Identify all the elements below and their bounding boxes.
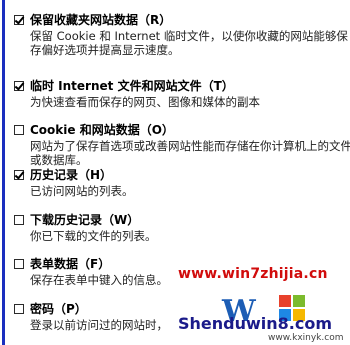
checkbox-passwords[interactable] <box>14 304 24 314</box>
option-description: 网站为了保存首选项或改善网站性能而存储在你计算机上的文件或数据库。 <box>30 139 350 167</box>
option-description: 保留 Cookie 和 Internet 临时文件，以使你收藏的网站能够保存偏好… <box>30 29 348 57</box>
option-title: 历史记录（H） <box>30 168 113 182</box>
watermark-url: www.win7zhijia.cn <box>178 266 328 282</box>
checkbox-download-history[interactable] <box>14 215 24 225</box>
option-description: 为快速查看而保存的网页、图像和媒体的副本 <box>30 95 260 109</box>
checkbox-history[interactable] <box>14 170 24 180</box>
option-title: 密码（P） <box>30 302 87 316</box>
selection-border <box>2 0 5 345</box>
checkbox-cookies[interactable] <box>14 125 24 135</box>
option-title: 保留收藏夹网站数据（R） <box>30 13 172 27</box>
watermark-brand: Shenduwin8.com <box>178 314 333 333</box>
option-description: 已访问网站的列表。 <box>30 184 134 198</box>
option-title: Cookie 和网站数据（O） <box>30 123 174 137</box>
watermark-site: www.kxinyk.com <box>268 333 344 343</box>
option-title: 临时 Internet 文件和网站文件（T） <box>30 79 234 93</box>
option-title: 下载历史记录（W） <box>30 213 140 227</box>
option-description: 你已下载的文件的列表。 <box>30 229 157 243</box>
option-title: 表单数据（F） <box>30 257 111 271</box>
checkbox-form-data[interactable] <box>14 259 24 269</box>
delete-browsing-history-panel: 保留收藏夹网站数据（R） 保留 Cookie 和 Internet 临时文件，以… <box>0 0 350 345</box>
checkbox-favorites-data[interactable] <box>14 15 24 25</box>
checkbox-temp-files[interactable] <box>14 81 24 91</box>
